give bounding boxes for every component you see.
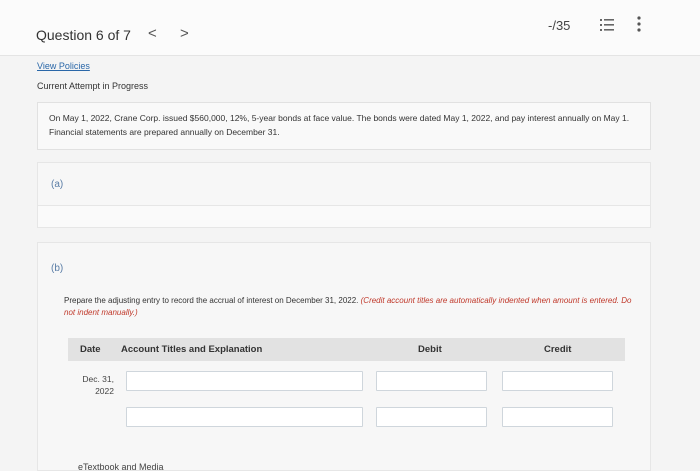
instruction-main: Prepare the adjusting entry to record th… (64, 296, 361, 305)
header-account: Account Titles and Explanation (121, 344, 263, 355)
question-content: View Policies Current Attempt in Progres… (0, 56, 700, 471)
header-credit: Credit (544, 344, 572, 355)
etextbook-link[interactable]: eTextbook and Media (78, 462, 164, 471)
entry-date: Dec. 31, 2022 (78, 373, 114, 397)
part-a-section[interactable]: (a) (37, 162, 651, 206)
attempt-status: Current Attempt in Progress (37, 81, 149, 91)
list-icon[interactable] (600, 18, 614, 32)
header-debit: Debit (418, 344, 442, 355)
question-header: Question 6 of 7 < > -/35 (0, 0, 700, 56)
problem-statement-box: On May 1, 2022, Crane Corp. issued $560,… (37, 102, 651, 150)
entry-date-line2: 2022 (95, 386, 114, 396)
part-a-footer (37, 206, 651, 228)
debit-input-2[interactable] (376, 407, 487, 427)
next-question-button[interactable]: > (180, 25, 189, 42)
account-title-input-1[interactable] (126, 371, 363, 391)
journal-table-header: Date Account Titles and Explanation Debi… (68, 338, 625, 361)
entry-date-line1: Dec. 31, (82, 374, 114, 384)
credit-input-2[interactable] (502, 407, 613, 427)
score-display: -/35 (548, 18, 571, 33)
part-a-label: (a) (51, 179, 64, 190)
header-date: Date (80, 344, 101, 355)
problem-statement: On May 1, 2022, Crane Corp. issued $560,… (49, 113, 630, 137)
debit-input-1[interactable] (376, 371, 487, 391)
part-b-instructions: Prepare the adjusting entry to record th… (64, 295, 634, 319)
question-title: Question 6 of 7 (36, 27, 131, 43)
part-b-label: (b) (51, 263, 64, 274)
previous-question-button[interactable]: < (148, 25, 157, 42)
view-policies-link[interactable]: View Policies (37, 61, 90, 71)
account-title-input-2[interactable] (126, 407, 363, 427)
part-b-section: (b) Prepare the adjusting entry to recor… (37, 242, 651, 471)
more-vertical-icon[interactable] (636, 16, 642, 32)
credit-input-1[interactable] (502, 371, 613, 391)
